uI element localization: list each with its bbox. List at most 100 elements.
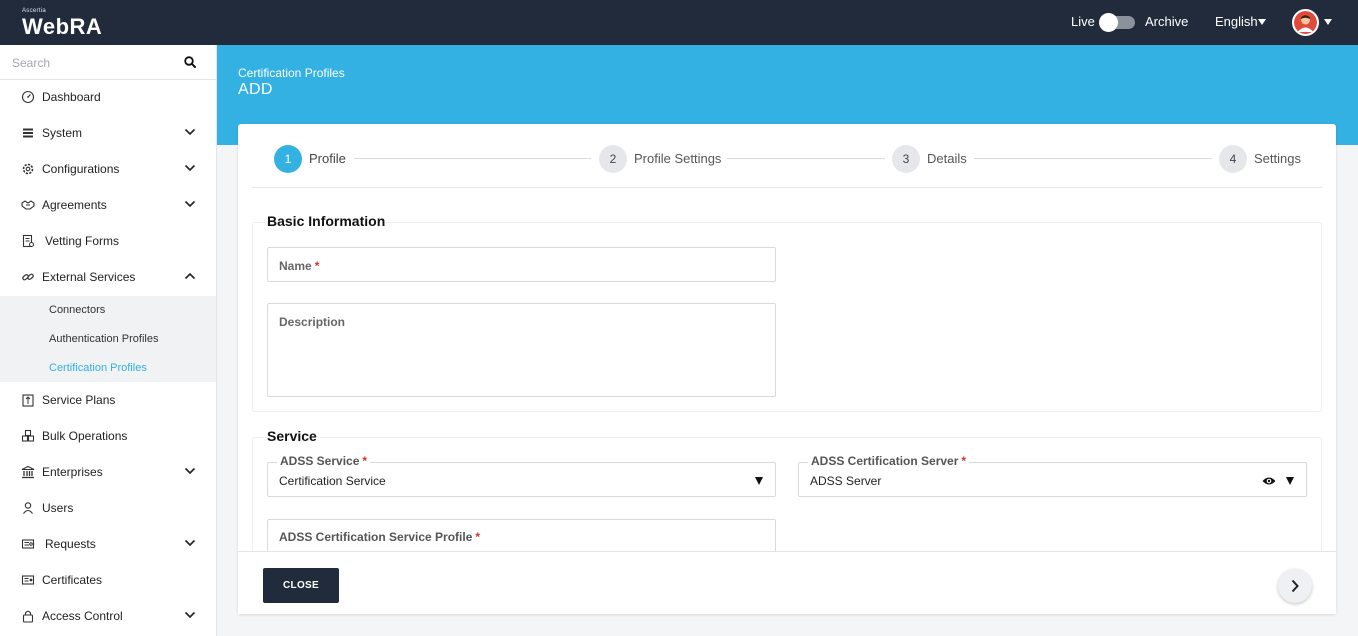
page-title: ADD [238,81,273,98]
system-icon [23,128,33,138]
close-button[interactable]: CLOSE [263,568,339,603]
sidebar-item-service-plans[interactable]: Service Plans [0,382,216,418]
live-archive-toggle[interactable] [1099,13,1135,32]
service-title: Service [266,428,318,444]
sidebar-item-certificates[interactable]: Certificates [0,562,216,598]
wizard-card: 1 Profile 2 Profile Settings 3 Details 4… [238,124,1336,614]
adss-service-value: Certification Service [279,474,386,488]
user-avatar[interactable] [1292,9,1319,36]
sidebar-item-label: Configurations [42,162,120,176]
search-icon[interactable] [184,56,196,68]
archive-label: Archive [1145,14,1189,29]
sidebar-item-label: Access Control [42,609,123,623]
step-3-circle[interactable]: 3 [892,145,920,173]
chevron-down-icon[interactable] [184,164,196,172]
step-4-circle[interactable]: 4 [1219,145,1247,173]
name-field-label: Name * [279,259,320,273]
requests-icon [21,539,35,549]
language-selector[interactable]: English [1215,14,1258,29]
chevron-down-icon[interactable] [184,467,196,475]
wizard-stepper: 1 Profile 2 Profile Settings 3 Details 4… [252,124,1322,188]
external-services-submenu: Connectors Authentication Profiles Certi… [0,296,216,382]
sidebar-item-label: Requests [45,537,96,551]
lock-icon [22,610,34,623]
sidebar: Dashboard System Configurations Agreemen… [0,45,217,636]
adss-certification-service-profile-select[interactable]: ADSS Certification Service Profile * [267,519,776,553]
sidebar-item-label: Certificates [42,573,103,587]
sidebar-item-configurations[interactable]: Configurations [0,151,216,187]
step-4-label[interactable]: Settings [1254,151,1301,166]
sidebar-item-label: Dashboard [42,90,101,104]
sidebar-item-label: Service Plans [42,393,116,407]
form-icon [22,234,34,248]
adss-service-select[interactable]: ADSS Service * Certification Service [267,454,776,497]
chevron-down-icon[interactable] [184,128,196,136]
description-field-label: Description [279,315,346,329]
certificate-icon [21,575,35,585]
language-caret-icon[interactable] [1258,19,1266,25]
name-field[interactable]: Name * [267,247,776,282]
sidebar-item-bulk-operations[interactable]: Bulk Operations [0,418,216,454]
step-3-label[interactable]: Details [927,151,967,166]
adss-certification-server-value: ADSS Server [810,474,882,488]
sidebar-item-label: Enterprises [42,465,103,479]
avatar-caret-icon[interactable] [1324,19,1332,25]
step-2-label[interactable]: Profile Settings [634,151,721,166]
sidebar-item-label: External Services [42,270,136,284]
dropdown-caret-icon[interactable] [1286,477,1294,485]
sidebar-item-label: Bulk Operations [42,429,128,443]
sidebar-item-requests[interactable]: Requests [0,526,216,562]
chevron-right-icon [1291,579,1299,593]
link-icon [22,273,34,281]
sidebar-item-agreements[interactable]: Agreements [0,187,216,223]
adss-certification-service-profile-label: ADSS Certification Service Profile * [279,530,481,544]
wizard-footer: CLOSE [238,551,1336,614]
app-logo[interactable]: Ascertia WebRA [22,8,102,39]
eye-icon[interactable] [1262,476,1276,486]
avatar-icon [1294,11,1317,34]
bank-icon [21,465,35,479]
handshake-icon [21,200,35,210]
sidebar-subitem-connectors[interactable]: Connectors [49,304,105,316]
sidebar-item-label: Vetting Forms [45,234,120,248]
bulk-icon [21,429,35,442]
step-connector [974,158,1212,159]
sidebar-item-label: Agreements [42,198,107,212]
sidebar-item-users[interactable]: Users [0,490,216,526]
sidebar-item-vetting-forms[interactable]: Vetting Forms [0,223,216,259]
step-1-circle[interactable]: 1 [274,145,302,173]
sidebar-item-label: System [42,126,83,140]
sidebar-item-access-control[interactable]: Access Control [0,598,216,634]
live-label: Live [1071,14,1095,29]
user-icon [23,502,33,514]
sidebar-item-label: Users [42,501,74,515]
search-input[interactable] [12,53,172,73]
basic-info-title: Basic Information [266,213,387,229]
adss-certification-server-label: ADSS Certification Server * [808,454,970,468]
sidebar-item-dashboard[interactable]: Dashboard [0,79,216,115]
dropdown-caret-icon[interactable] [755,477,763,485]
adss-service-label: ADSS Service * [277,454,371,468]
dashboard-icon [21,90,35,104]
chevron-down-icon[interactable] [184,200,196,208]
brand-name: WebRA [22,14,103,39]
step-2-circle[interactable]: 2 [599,145,627,173]
chevron-up-icon[interactable] [184,272,196,280]
breadcrumb[interactable]: Certification Profiles [238,66,345,80]
sidebar-search [0,45,216,80]
service-plan-icon [22,394,34,407]
next-step-button[interactable] [1278,569,1312,603]
sidebar-item-system[interactable]: System [0,115,216,151]
sidebar-item-external-services[interactable]: External Services [0,259,216,295]
sidebar-subitem-authentication-profiles[interactable]: Authentication Profiles [49,333,158,345]
top-bar: Ascertia WebRA Live Archive English [0,0,1358,45]
chevron-down-icon[interactable] [184,539,196,547]
adss-certification-server-select[interactable]: ADSS Certification Server * ADSS Server [798,454,1307,497]
step-connector [727,158,885,159]
description-field[interactable]: Description [267,303,776,397]
sidebar-subitem-certification-profiles[interactable]: Certification Profiles [49,362,147,374]
chevron-down-icon[interactable] [184,611,196,619]
sidebar-item-enterprises[interactable]: Enterprises [0,454,216,490]
step-1-label[interactable]: Profile [309,151,346,166]
gear-icon [22,163,34,175]
